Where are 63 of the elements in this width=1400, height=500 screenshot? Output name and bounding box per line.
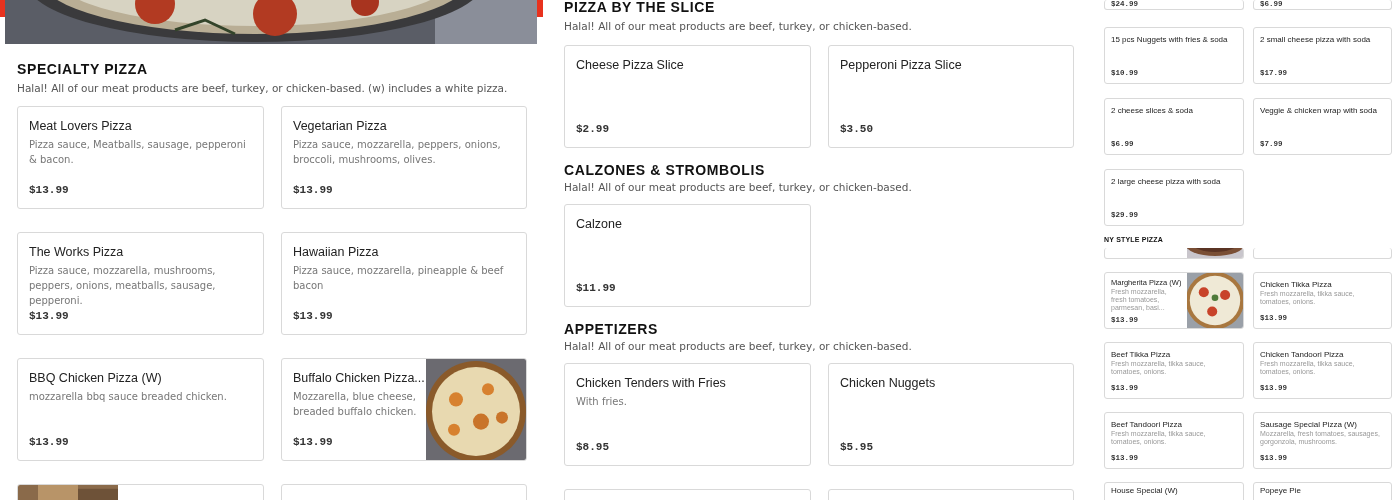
- menu-card[interactable]: [1104, 248, 1244, 259]
- menu-card[interactable]: Popeye Pie: [1253, 482, 1392, 500]
- item-price: $11.99: [576, 282, 617, 294]
- item-name: Beef Tandoori Pizza: [1111, 420, 1183, 429]
- item-name: Veggie & chicken wrap with soda: [1260, 106, 1378, 115]
- item-name: Vegetarian Pizza: [293, 118, 388, 134]
- item-name: 2 large cheese pizza with soda: [1111, 177, 1222, 186]
- item-description: mozzarella bbq sauce breaded chicken.: [29, 390, 228, 404]
- section-heading: SPECIALTY PIZZA: [17, 62, 149, 76]
- item-name: Meat Lovers Pizza: [29, 118, 133, 134]
- menu-card[interactable]: Vegetarian Pizza Pizza sauce, mozzarella, peppers, onions, broccoli, mushrooms, olives. $13.99: [281, 106, 527, 209]
- item-price: $3.50: [840, 123, 874, 135]
- item-name: Chicken Tenders with Fries: [576, 375, 727, 391]
- section-note: Halal! All of our meat products are beef, turkey, or chicken-based.: [564, 180, 913, 194]
- section-note: Halal! All of our meat products are beef, turkey, or chicken-based.: [564, 19, 913, 33]
- item-description: Mozzarella, blue cheese, breaded buffalo chicken.: [293, 390, 418, 419]
- item-name: Chicken Nuggets: [840, 375, 937, 391]
- item-name: Pepperoni Pizza Slice: [840, 57, 963, 73]
- item-price: $13.99: [293, 310, 334, 322]
- item-description: Pizza sauce, mozzarella, pineapple & beef bacon: [293, 264, 505, 293]
- menu-card[interactable]: Calzone $11.99: [564, 204, 811, 307]
- item-name: 2 cheese slices & soda: [1111, 106, 1194, 115]
- item-name: Popeye Pie: [1260, 486, 1302, 495]
- section-heading: APPETIZERS: [564, 322, 659, 336]
- item-name: 15 pcs Nuggets with fries & soda: [1111, 35, 1229, 44]
- menu-card[interactable]: Buffalo Chicken Pizza... Mozzarella, blue cheese, breaded buffalo chicken. $13.99: [281, 358, 527, 461]
- item-name: Chicken Tandoori Pizza: [1260, 350, 1345, 359]
- menu-card[interactable]: Hawaiian Pizza Pizza sauce, mozzarella, pineapple & beef bacon $13.99: [281, 232, 527, 335]
- item-price: $13.99: [293, 436, 334, 448]
- menu-card[interactable]: The Works Pizza Pizza sauce, mozzarella, mushrooms, peppers, onions, meatballs, sausage, pepperoni. $13.99: [17, 232, 264, 335]
- item-price: $2.99: [576, 123, 610, 135]
- item-name: The Works Pizza: [29, 244, 125, 260]
- item-description: Pizza sauce, mozzarella, peppers, onions, broccoli, mushrooms, olives.: [293, 138, 502, 167]
- item-name: 2 small cheese pizza with soda: [1260, 35, 1372, 44]
- item-price: $13.99: [29, 184, 70, 196]
- section-heading: CALZONES & STROMBOLIS: [564, 163, 766, 177]
- item-name: Hawaiian Pizza: [293, 244, 380, 260]
- item-description: Pizza sauce, Meatballs, sausage, pepperoni & bacon.: [29, 138, 247, 167]
- item-name: Cheese Pizza Slice: [576, 57, 685, 73]
- item-name: BBQ Chicken Pizza (W): [29, 370, 163, 386]
- item-price: $13.99: [29, 310, 70, 322]
- menu-card[interactable]: Cheese Pizza Slice $2.99: [564, 45, 811, 148]
- item-name: Sausage Special Pizza (W): [1260, 420, 1358, 429]
- menu-card[interactable]: House Special (W): [1104, 482, 1244, 500]
- item-description: Pizza sauce, mozzarella, mushrooms, peppers, onions, meatballs, sausage, pepperoni.: [29, 264, 217, 308]
- item-name: Buffalo Chicken Pizza...: [293, 370, 422, 386]
- menu-card[interactable]: Meat Lovers Pizza Pizza sauce, Meatballs, sausage, pepperoni & bacon. $13.99: [17, 106, 264, 209]
- item-price: $13.99: [29, 436, 70, 448]
- menu-card[interactable]: BBQ Chicken Pizza (W) mozzarella bbq sauce breaded chicken. $13.99: [17, 358, 264, 461]
- menu-card[interactable]: Chicken Tenders with Fries With fries. $8.95: [564, 363, 811, 466]
- item-price: $13.99: [293, 184, 334, 196]
- item-name: Chicken Tikka Pizza: [1260, 280, 1333, 289]
- section-note: Halal! All of our meat products are beef, turkey, or chicken-based.: [564, 339, 913, 353]
- section-note: Halal! All of our meat products are beef, turkey, or chicken-based. (w) includes a white pizza.: [17, 81, 509, 95]
- menu-card[interactable]: Chicken Nuggets $5.95: [828, 363, 1074, 466]
- menu-card[interactable]: Pepperoni Pizza Slice $3.50: [828, 45, 1074, 148]
- item-description: With fries.: [576, 395, 628, 409]
- item-name: Calzone: [576, 216, 623, 232]
- item-name: Beef Tikka Pizza: [1111, 350, 1172, 359]
- item-name: House Special (W): [1111, 486, 1179, 495]
- item-price: $5.95: [840, 441, 874, 453]
- section-heading: PIZZA BY THE SLICE: [564, 0, 716, 14]
- item-price: $8.95: [576, 441, 610, 453]
